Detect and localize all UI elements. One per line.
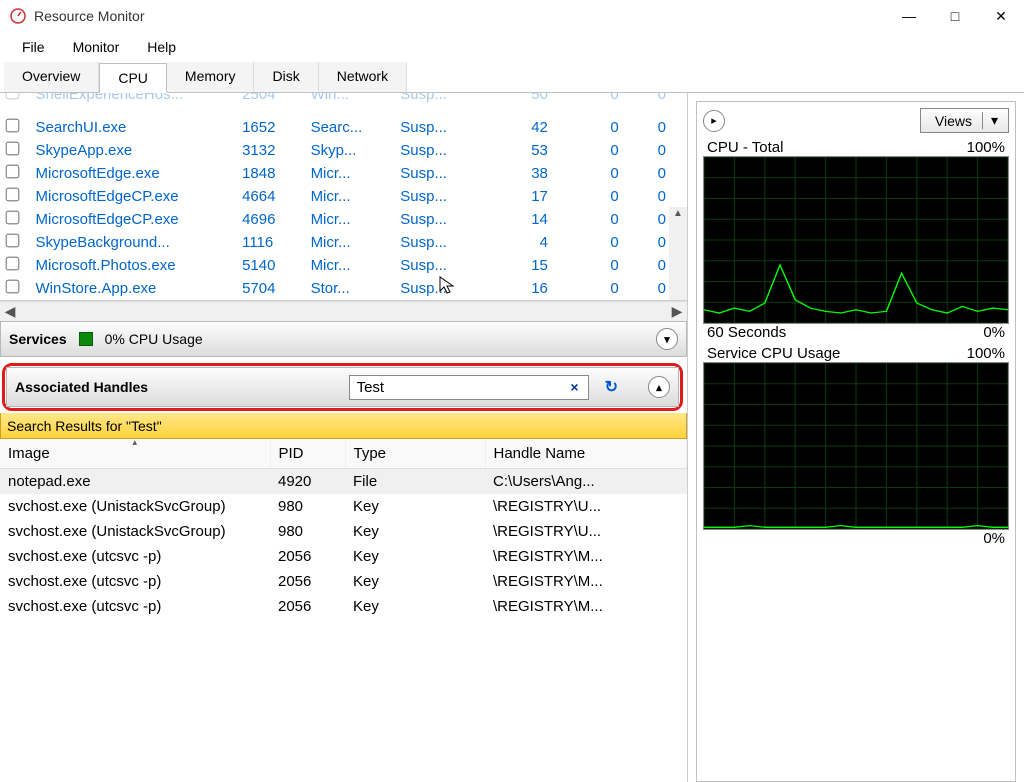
process-row[interactable]: SkypeApp.exe 3132 Skyp... Susp... 53 0 0	[0, 139, 680, 162]
vertical-scrollbar[interactable]: ▲▼	[669, 207, 687, 301]
collapse-handles-button[interactable]: ▴	[648, 376, 670, 398]
tab-strip: Overview CPU Memory Disk Network	[0, 62, 1024, 93]
horizontal-scrollbar[interactable]: ◀▶	[0, 301, 687, 321]
clear-search-icon[interactable]: ×	[565, 379, 583, 395]
process-row[interactable]: SkypeBackground... 1116 Micr... Susp... …	[0, 231, 680, 254]
maximize-button[interactable]: □	[932, 0, 978, 32]
handle-search-input[interactable]	[354, 379, 566, 396]
expand-services-button[interactable]: ▾	[656, 328, 678, 350]
handle-row[interactable]: notepad.exe4920FileC:\Users\Ang...	[0, 469, 687, 495]
tab-overview[interactable]: Overview	[4, 62, 99, 92]
process-row[interactable]: Microsoft.Photos.exe 5140 Micr... Susp..…	[0, 254, 680, 277]
associated-handles-title: Associated Handles	[15, 379, 148, 395]
chart2-min: 0%	[983, 530, 1005, 547]
process-row[interactable]: ShellExperienceHos... 2504 Win... Susp..…	[0, 93, 680, 106]
col-handle[interactable]: Handle Name	[485, 439, 687, 469]
process-checkbox[interactable]	[6, 257, 20, 271]
app-icon	[10, 8, 26, 24]
handle-row[interactable]: svchost.exe (utcsvc -p)2056Key\REGISTRY\…	[0, 594, 687, 619]
process-checkbox[interactable]	[6, 165, 20, 179]
window-title: Resource Monitor	[34, 8, 145, 24]
menu-bar: File Monitor Help	[0, 32, 1024, 62]
collapse-charts-button[interactable]: ▸	[703, 110, 725, 132]
process-row[interactable]: SearchUI.exe 1652 Searc... Susp... 42 0 …	[0, 116, 680, 139]
handle-search-box[interactable]: ×	[349, 375, 589, 400]
process-checkbox[interactable]	[6, 188, 20, 202]
close-button[interactable]: ✕	[978, 0, 1024, 32]
process-checkbox[interactable]	[6, 280, 20, 294]
process-checkbox[interactable]	[6, 211, 20, 225]
menu-file[interactable]: File	[8, 35, 59, 59]
search-refresh-icon[interactable]: ↻	[605, 377, 618, 397]
tab-memory[interactable]: Memory	[167, 62, 255, 92]
tab-network[interactable]: Network	[319, 62, 407, 92]
cpu-usage-icon	[79, 332, 93, 346]
process-row[interactable]: MicrosoftEdgeCP.exe 4696 Micr... Susp...…	[0, 208, 680, 231]
views-dropdown-icon[interactable]: ▾	[982, 112, 998, 129]
services-section[interactable]: Services 0% CPU Usage ▾	[0, 321, 687, 357]
chart2-max: 100%	[967, 345, 1005, 362]
tab-disk[interactable]: Disk	[254, 62, 318, 92]
process-table[interactable]: ShellExperienceHos... 2504 Win... Susp..…	[0, 93, 680, 300]
col-type[interactable]: Type	[345, 439, 485, 469]
cpu-total-chart	[703, 156, 1009, 324]
process-row[interactable]: MicrosoftEdge.exe 1848 Micr... Susp... 3…	[0, 162, 680, 185]
handle-row[interactable]: svchost.exe (UnistackSvcGroup)980Key\REG…	[0, 519, 687, 544]
col-pid[interactable]: PID	[270, 439, 345, 469]
tab-cpu[interactable]: CPU	[99, 63, 167, 93]
col-image[interactable]: Image	[0, 439, 270, 469]
process-row[interactable]: WinStore.App.exe 5704 Stor... Susp... 16…	[0, 277, 680, 300]
process-checkbox[interactable]	[6, 142, 20, 156]
search-results-banner: Search Results for "Test"	[0, 413, 687, 439]
associated-handles-section[interactable]: Associated Handles × ↻ ▴	[6, 367, 679, 407]
views-button[interactable]: Views ▾	[920, 108, 1009, 133]
handle-row[interactable]: svchost.exe (UnistackSvcGroup)980Key\REG…	[0, 494, 687, 519]
services-title: Services	[9, 331, 67, 347]
service-cpu-chart	[703, 362, 1009, 530]
handles-table[interactable]: Image PID Type Handle Name notepad.exe49…	[0, 439, 687, 619]
process-checkbox[interactable]	[6, 93, 20, 99]
chart1-max: 100%	[967, 139, 1005, 156]
process-checkbox[interactable]	[6, 234, 20, 248]
associated-handles-highlight: Associated Handles × ↻ ▴	[2, 363, 683, 411]
menu-monitor[interactable]: Monitor	[59, 35, 134, 59]
process-row[interactable]: MicrosoftEdgeCP.exe 4664 Micr... Susp...…	[0, 185, 680, 208]
handle-row[interactable]: svchost.exe (utcsvc -p)2056Key\REGISTRY\…	[0, 544, 687, 569]
menu-help[interactable]: Help	[133, 35, 190, 59]
chart1-title: CPU - Total	[707, 139, 783, 156]
process-checkbox[interactable]	[6, 119, 20, 133]
chart2-title: Service CPU Usage	[707, 345, 840, 362]
chart1-min: 0%	[983, 324, 1005, 341]
services-usage: 0% CPU Usage	[105, 331, 203, 347]
chart1-xlabel: 60 Seconds	[707, 324, 786, 341]
handle-row[interactable]: svchost.exe (utcsvc -p)2056Key\REGISTRY\…	[0, 569, 687, 594]
minimize-button[interactable]: —	[886, 0, 932, 32]
